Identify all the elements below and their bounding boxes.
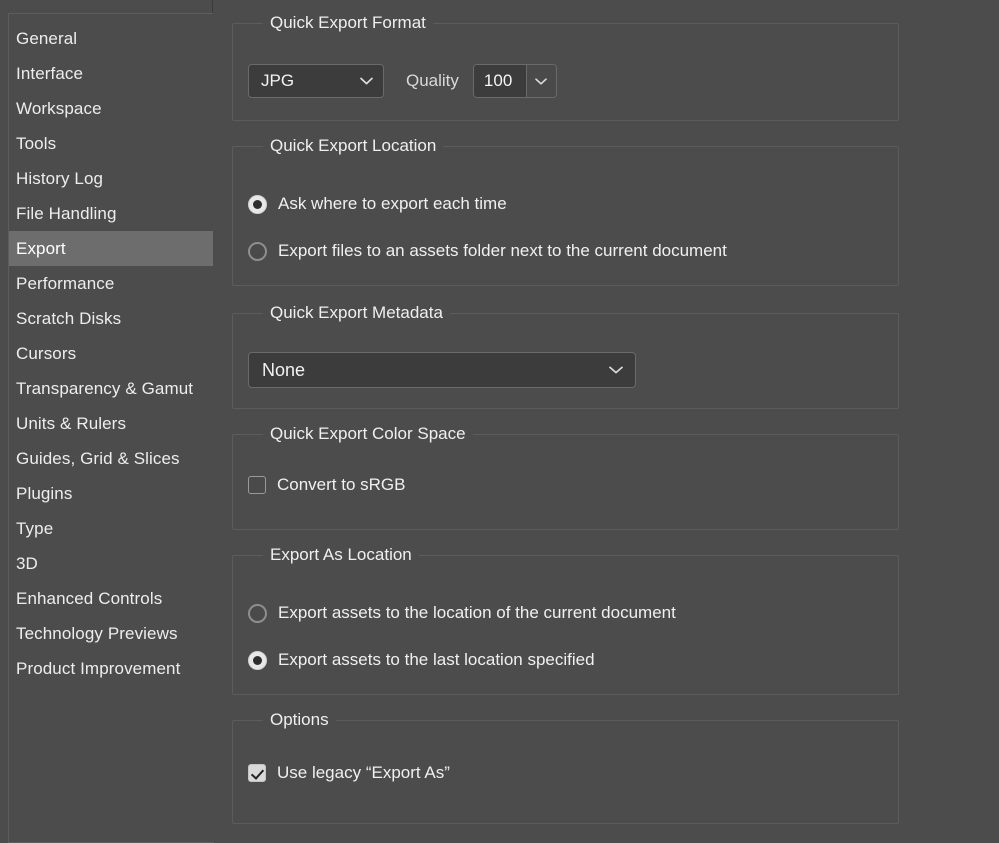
sidebar-item-label: Product Improvement [16, 659, 181, 678]
chevron-down-icon [609, 353, 623, 387]
quick-export-format-select[interactable]: JPG [248, 64, 384, 98]
sidebar-item-3d[interactable]: 3D [9, 546, 214, 581]
quick-export-metadata-select[interactable]: None [248, 352, 636, 388]
sidebar-item-enhanced-controls[interactable]: Enhanced Controls [9, 581, 214, 616]
quality-dropdown-button[interactable] [525, 65, 556, 97]
preferences-content: Quick Export Format JPG Quality 100 Quic… [213, 0, 999, 829]
sidebar-item-transparency-gamut[interactable]: Transparency & Gamut [9, 371, 214, 406]
sidebar-item-history-log[interactable]: History Log [9, 161, 214, 196]
checkbox-icon-unchecked [248, 476, 266, 494]
sidebar-item-label: 3D [16, 554, 38, 573]
checkbox-icon-checked [248, 764, 266, 782]
sidebar-item-product-improvement[interactable]: Product Improvement [9, 651, 214, 686]
sidebar-item-label: Technology Previews [16, 624, 178, 643]
group-quick-export-format: Quick Export Format JPG Quality 100 [232, 12, 899, 121]
group-body-export-as-location: Export assets to the location of the cur… [233, 556, 898, 694]
chevron-down-icon [535, 72, 548, 90]
sidebar-item-label: Transparency & Gamut [16, 379, 194, 398]
chevron-down-icon [360, 65, 373, 97]
sidebar-item-label: Units & Rulers [16, 414, 127, 433]
preferences-export-panel: General Interface Workspace Tools History Lo… [0, 0, 999, 843]
sidebar-item-tools[interactable]: Tools [9, 126, 214, 161]
checkbox-label-use-legacy-export-as: Use legacy “Export As” [277, 763, 450, 782]
quality-input[interactable]: 100 [473, 65, 526, 97]
sidebar-item-interface[interactable]: Interface [9, 56, 214, 91]
preferences-sidebar: General Interface Workspace Tools History Lo… [0, 0, 214, 843]
sidebar-item-label: Performance [16, 274, 115, 293]
sidebar-item-label: Export [16, 239, 66, 258]
radio-label-export-to-last-location: Export assets to the last location speci… [278, 650, 595, 669]
radio-label-ask-where-to-export: Ask where to export each time [278, 194, 507, 213]
radio-label-export-to-assets-folder: Export files to an assets folder next to… [278, 241, 727, 260]
group-quick-export-metadata: Quick Export Metadata None [232, 302, 899, 409]
sidebar-item-label: File Handling [16, 204, 117, 223]
sidebar-item-units-rulers[interactable]: Units & Rulers [9, 406, 214, 441]
sidebar-item-technology-previews[interactable]: Technology Previews [9, 616, 214, 651]
sidebar-item-label: Enhanced Controls [16, 589, 163, 608]
quality-label: Quality [406, 71, 459, 90]
radio-label-export-to-current-document-location: Export assets to the location of the cur… [278, 603, 676, 622]
sidebar-item-label: Type [16, 519, 54, 538]
sidebar-item-file-handling[interactable]: File Handling [9, 196, 214, 231]
group-quick-export-location: Quick Export Location Ask where to expor… [232, 135, 899, 286]
sidebar-item-guides-grid-slices[interactable]: Guides, Grid & Slices [9, 441, 214, 476]
radio-icon-selected [248, 650, 267, 670]
quality-combo[interactable]: 100 [472, 64, 557, 98]
radio-icon-unselected [248, 241, 267, 261]
sidebar-item-cursors[interactable]: Cursors [9, 336, 214, 371]
preferences-category-list[interactable]: General Interface Workspace Tools History Lo… [8, 13, 214, 843]
group-body-quick-export-metadata: None [233, 314, 898, 408]
sidebar-item-label: Tools [16, 134, 57, 153]
sidebar-item-label: Cursors [16, 344, 77, 363]
sidebar-item-label: Interface [16, 64, 84, 83]
group-body-quick-export-location: Ask where to export each time Export fil… [233, 147, 898, 285]
radio-export-to-current-document-location[interactable]: Export assets to the location of the cur… [248, 603, 676, 623]
radio-export-to-assets-folder[interactable]: Export files to an assets folder next to… [248, 241, 727, 261]
checkbox-use-legacy-export-as[interactable]: Use legacy “Export As” [248, 763, 450, 783]
sidebar-item-type[interactable]: Type [9, 511, 214, 546]
format-controls-row: JPG Quality 100 [248, 64, 557, 98]
quick-export-metadata-value: None [262, 359, 306, 380]
quality-value: 100 [483, 71, 513, 90]
checkbox-convert-to-srgb[interactable]: Convert to sRGB [248, 475, 406, 495]
sidebar-item-export[interactable]: Export [9, 231, 214, 266]
sidebar-item-scratch-disks[interactable]: Scratch Disks [9, 301, 214, 336]
sidebar-item-label: Guides, Grid & Slices [16, 449, 180, 468]
radio-ask-where-to-export[interactable]: Ask where to export each time [248, 194, 507, 214]
radio-icon-selected [248, 194, 267, 214]
sidebar-item-label: Workspace [16, 99, 102, 118]
sidebar-item-label: Plugins [16, 484, 73, 503]
group-options: Options Use legacy “Export As” [232, 709, 899, 824]
sidebar-item-performance[interactable]: Performance [9, 266, 214, 301]
group-body-quick-export-format: JPG Quality 100 [233, 24, 898, 120]
sidebar-item-general[interactable]: General [9, 21, 214, 56]
radio-icon-unselected [248, 603, 267, 623]
sidebar-item-label: General [16, 29, 78, 48]
sidebar-item-plugins[interactable]: Plugins [9, 476, 214, 511]
quick-export-format-value: JPG [261, 71, 295, 90]
group-body-options: Use legacy “Export As” [233, 721, 898, 823]
group-body-quick-export-color-space: Convert to sRGB [233, 435, 898, 529]
checkbox-label-convert-to-srgb: Convert to sRGB [277, 475, 406, 494]
sidebar-item-label: History Log [16, 169, 104, 188]
group-quick-export-color-space: Quick Export Color Space Convert to sRGB [232, 423, 899, 530]
sidebar-item-workspace[interactable]: Workspace [9, 91, 214, 126]
radio-export-to-last-location[interactable]: Export assets to the last location speci… [248, 650, 595, 670]
sidebar-item-label: Scratch Disks [16, 309, 122, 328]
group-export-as-location: Export As Location Export assets to the … [232, 544, 899, 695]
